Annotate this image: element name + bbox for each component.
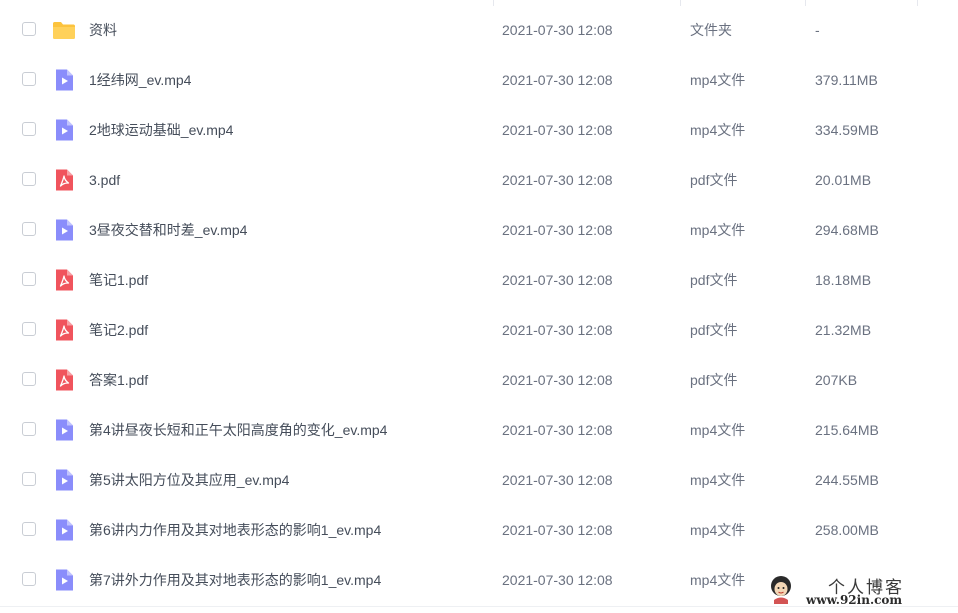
row-checkbox[interactable]: [22, 522, 36, 536]
row-checkbox[interactable]: [22, 422, 36, 436]
file-size: 334.59MB: [815, 122, 879, 138]
file-date: 2021-07-30 12:08: [502, 472, 613, 488]
row-checkbox[interactable]: [22, 572, 36, 586]
row-checkbox[interactable]: [22, 472, 36, 486]
file-date: 2021-07-30 12:08: [502, 122, 613, 138]
file-type: mp4文件: [690, 422, 746, 438]
file-name[interactable]: 第7讲外力作用及其对地表形态的影响1_ev.mp4: [89, 571, 381, 589]
file-row[interactable]: 3昼夜交替和时差_ev.mp4 2021-07-30 12:08 mp4文件 294.…: [0, 205, 958, 255]
file-type: pdf文件: [690, 372, 738, 388]
file-date: 2021-07-30 12:08: [502, 22, 613, 38]
video-icon: [52, 518, 76, 542]
file-type: mp4文件: [690, 472, 746, 488]
file-row[interactable]: 第6讲内力作用及其对地表形态的影响1_ev.mp4 2021-07-30 12:0…: [0, 505, 958, 555]
row-checkbox[interactable]: [22, 72, 36, 86]
file-name[interactable]: 答案1.pdf: [89, 371, 148, 389]
file-row[interactable]: 答案1.pdf 2021-07-30 12:08 pdf文件 207KB: [0, 355, 958, 405]
file-row[interactable]: 3.pdf 2021-07-30 12:08 pdf文件 20.01MB: [0, 155, 958, 205]
file-type: mp4文件: [690, 222, 746, 238]
folder-icon: [52, 18, 76, 42]
row-checkbox[interactable]: [22, 172, 36, 186]
file-name[interactable]: 笔记1.pdf: [89, 271, 148, 289]
file-date: 2021-07-30 12:08: [502, 172, 613, 188]
file-row[interactable]: 资料 2021-07-30 12:08 文件夹 -: [0, 5, 958, 55]
file-size: 294.68MB: [815, 222, 879, 238]
file-row[interactable]: 笔记1.pdf 2021-07-30 12:08 pdf文件 18.18MB: [0, 255, 958, 305]
row-checkbox[interactable]: [22, 122, 36, 136]
row-checkbox[interactable]: [22, 322, 36, 336]
file-name[interactable]: 第5讲太阳方位及其应用_ev.mp4: [89, 471, 289, 489]
file-size: 379.11MB: [815, 72, 878, 88]
file-type: mp4文件: [690, 122, 746, 138]
watermark: 个人博客 www.92in.com: [762, 570, 952, 610]
file-size: 244.55MB: [815, 472, 879, 488]
file-name[interactable]: 2地球运动基础_ev.mp4: [89, 121, 233, 139]
pdf-icon: [52, 268, 76, 292]
file-date: 2021-07-30 12:08: [502, 372, 613, 388]
file-size: -: [815, 22, 820, 38]
file-name[interactable]: 第6讲内力作用及其对地表形态的影响1_ev.mp4: [89, 521, 381, 539]
file-date: 2021-07-30 12:08: [502, 322, 613, 338]
row-checkbox[interactable]: [22, 222, 36, 236]
file-date: 2021-07-30 12:08: [502, 272, 613, 288]
file-type: mp4文件: [690, 522, 746, 538]
video-icon: [52, 568, 76, 592]
file-name[interactable]: 第4讲昼夜长短和正午太阳高度角的变化_ev.mp4: [89, 421, 387, 439]
file-name[interactable]: 3昼夜交替和时差_ev.mp4: [89, 221, 247, 239]
file-size: 207KB: [815, 372, 858, 388]
file-row[interactable]: 第4讲昼夜长短和正午太阳高度角的变化_ev.mp4 2021-07-30 12:0…: [0, 405, 958, 455]
file-list: 资料 2021-07-30 12:08 文件夹 - 1经纬网_ev.mp4 2021-07…: [0, 0, 958, 613]
file-date: 2021-07-30 12:08: [502, 72, 613, 88]
file-row[interactable]: 2地球运动基础_ev.mp4 2021-07-30 12:08 mp4文件 334.5…: [0, 105, 958, 155]
file-size: 215.64MB: [815, 422, 879, 438]
file-size: 21.32MB: [815, 322, 872, 338]
file-type: mp4文件: [690, 572, 746, 588]
file-name[interactable]: 笔记2.pdf: [89, 321, 148, 339]
file-size: 18.18MB: [815, 272, 872, 288]
file-row[interactable]: 第5讲太阳方位及其应用_ev.mp4 2021-07-30 12:08 mp4文件 2…: [0, 455, 958, 505]
pdf-icon: [52, 318, 76, 342]
row-checkbox[interactable]: [22, 272, 36, 286]
video-icon: [52, 68, 76, 92]
file-name[interactable]: 1经纬网_ev.mp4: [89, 71, 191, 89]
video-icon: [52, 418, 76, 442]
file-date: 2021-07-30 12:08: [502, 572, 613, 588]
watermark-url: www.92in.com: [806, 593, 903, 607]
file-type: mp4文件: [690, 72, 746, 88]
row-checkbox[interactable]: [22, 372, 36, 386]
file-type: 文件夹: [690, 22, 732, 38]
file-date: 2021-07-30 12:08: [502, 422, 613, 438]
video-icon: [52, 468, 76, 492]
file-type: pdf文件: [690, 172, 738, 188]
file-date: 2021-07-30 12:08: [502, 522, 613, 538]
file-date: 2021-07-30 12:08: [502, 222, 613, 238]
file-type: pdf文件: [690, 322, 738, 338]
file-type: pdf文件: [690, 272, 738, 288]
video-icon: [52, 218, 76, 242]
file-row[interactable]: 1经纬网_ev.mp4 2021-07-30 12:08 mp4文件 379.11MB: [0, 55, 958, 105]
pdf-icon: [52, 168, 76, 192]
video-icon: [52, 118, 76, 142]
watermark-avatar-icon: [771, 576, 791, 604]
file-row[interactable]: 笔记2.pdf 2021-07-30 12:08 pdf文件 21.32MB: [0, 305, 958, 355]
file-name[interactable]: 资料: [89, 21, 117, 39]
file-size: 20.01MB: [815, 172, 872, 188]
row-checkbox[interactable]: [22, 22, 36, 36]
file-name[interactable]: 3.pdf: [89, 171, 120, 189]
pdf-icon: [52, 368, 76, 392]
file-size: 258.00MB: [815, 522, 879, 538]
